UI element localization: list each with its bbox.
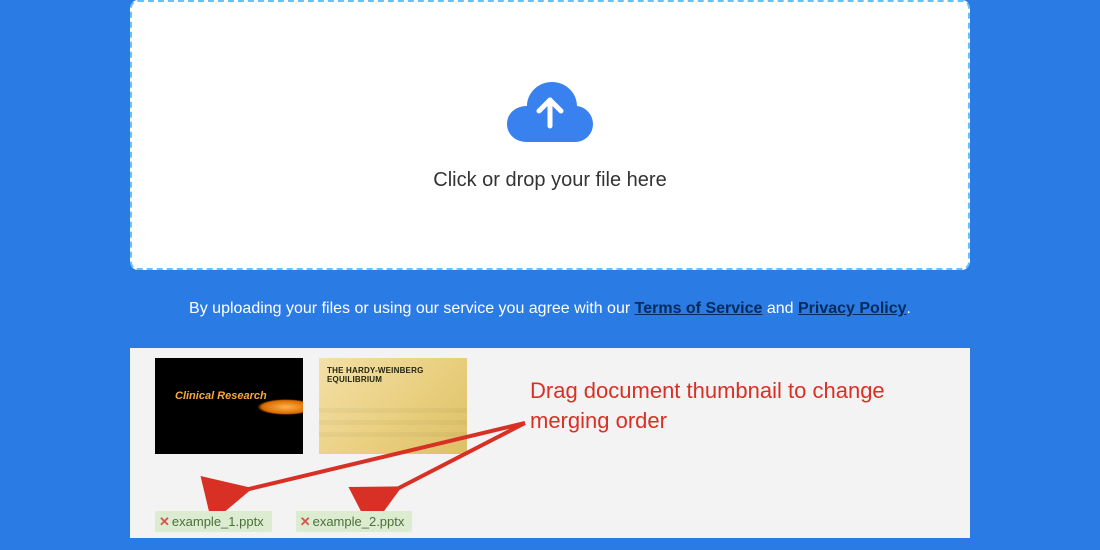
agreement-connector: and bbox=[762, 300, 798, 317]
cloud-upload-icon bbox=[505, 78, 595, 147]
terms-of-service-link[interactable]: Terms of Service bbox=[635, 300, 763, 317]
upload-dropzone[interactable]: Click or drop your file here bbox=[130, 0, 970, 270]
thumbnail-2-title: THE HARDY-WEINBERG EQUILIBRIUM bbox=[327, 366, 424, 384]
privacy-policy-link[interactable]: Privacy Policy bbox=[798, 300, 907, 317]
thumbnail-2-decor bbox=[319, 420, 467, 425]
thumbnail-2[interactable]: THE HARDY-WEINBERG EQUILIBRIUM bbox=[319, 358, 467, 454]
agreement-suffix: . bbox=[907, 300, 911, 317]
agreement-text: By uploading your files or using our ser… bbox=[130, 300, 970, 318]
file-chip-2[interactable]: ✕ example_2.pptx bbox=[296, 511, 413, 532]
dropzone-prompt: Click or drop your file here bbox=[433, 169, 666, 192]
file-chip-row: ✕ example_1.pptx ✕ example_2.pptx bbox=[155, 511, 412, 532]
file-chip-1[interactable]: ✕ example_1.pptx bbox=[155, 511, 272, 532]
thumbnail-2-decor bbox=[319, 432, 467, 437]
thumbnail-1-graphic bbox=[237, 396, 303, 418]
file-chip-2-label: example_2.pptx bbox=[313, 514, 405, 529]
thumbnail-1[interactable]: Clinical Research bbox=[155, 358, 303, 454]
file-tray: Clinical Research THE HARDY-WEINBERG EQU… bbox=[130, 348, 970, 538]
thumbnail-row: Clinical Research THE HARDY-WEINBERG EQU… bbox=[155, 358, 945, 454]
close-icon[interactable]: ✕ bbox=[159, 515, 170, 528]
file-chip-1-label: example_1.pptx bbox=[172, 514, 264, 529]
agreement-prefix: By uploading your files or using our ser… bbox=[189, 300, 635, 317]
close-icon[interactable]: ✕ bbox=[300, 515, 311, 528]
thumbnail-2-decor bbox=[319, 408, 467, 413]
